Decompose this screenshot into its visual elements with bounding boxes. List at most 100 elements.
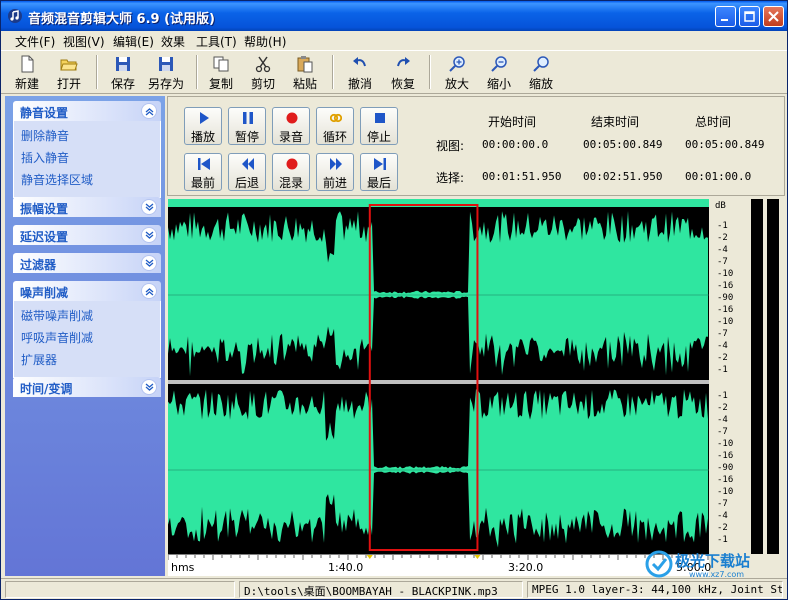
panel-noise-body: 磁带噪声削减 呼吸声音削减 扩展器 bbox=[13, 301, 161, 378]
stop-icon bbox=[375, 113, 385, 123]
expand-icon[interactable] bbox=[141, 255, 157, 271]
maximize-button[interactable] bbox=[739, 6, 760, 27]
first-button[interactable]: 最前 bbox=[184, 153, 222, 191]
cut-button[interactable]: 剪切 bbox=[247, 53, 279, 93]
expand-icon[interactable] bbox=[141, 199, 157, 215]
collapse-icon[interactable] bbox=[141, 283, 157, 299]
panel-time: 时间/变调 bbox=[13, 377, 161, 397]
title-bar[interactable]: 音频混音剪辑大师 6.9 (试用版) bbox=[1, 1, 787, 31]
panel-filter-title: 过滤器 bbox=[20, 258, 57, 272]
menu-edit[interactable]: 编辑(E) bbox=[113, 33, 154, 50]
toolbar: 新建 打开 保存 另存为 复制 剪切 粘贴 撤消 恢复 放大 缩小 缩放 bbox=[1, 50, 787, 94]
fast-forward-icon bbox=[330, 158, 342, 170]
file-path-text: D:\tools\桌面\BOOMBAYAH - BLACKPINK.mp3 bbox=[244, 585, 498, 598]
toolbar-separator bbox=[196, 55, 198, 89]
expand-icon[interactable] bbox=[141, 379, 157, 395]
menu-tools[interactable]: 工具(T) bbox=[196, 33, 237, 50]
menu-effects[interactable]: 效果 bbox=[161, 33, 185, 50]
mix-record-button[interactable]: 混录 bbox=[272, 153, 310, 191]
status-file-path: D:\tools\桌面\BOOMBAYAH - BLACKPINK.mp3 bbox=[239, 581, 523, 598]
zoom-out-button[interactable]: 缩小 bbox=[483, 53, 515, 93]
link-tape-noise[interactable]: 磁带噪声削减 bbox=[14, 305, 160, 327]
menu-file[interactable]: 文件(F) bbox=[15, 33, 55, 50]
panel-silence-title: 静音设置 bbox=[20, 106, 69, 120]
save-as-label: 另存为 bbox=[147, 77, 184, 91]
waveform-canvas[interactable] bbox=[168, 199, 709, 554]
expand-icon[interactable] bbox=[141, 227, 157, 243]
minimize-button[interactable] bbox=[715, 6, 736, 27]
db-tick: -1 bbox=[717, 365, 728, 375]
record-button[interactable]: 录音 bbox=[272, 107, 310, 145]
link-expander[interactable]: 扩展器 bbox=[14, 349, 160, 371]
menu-help[interactable]: 帮助(H) bbox=[244, 33, 286, 50]
db-tick: -16 bbox=[717, 475, 734, 485]
new-button[interactable]: 新建 bbox=[11, 53, 43, 93]
select-total-value: 00:01:00.0 bbox=[685, 170, 752, 183]
play-icon bbox=[200, 112, 209, 124]
panel-delay-header[interactable]: 延迟设置 bbox=[13, 225, 161, 245]
format-text: MPEG 1.0 layer-3: 44,100 kHz, Joint Ster… bbox=[532, 583, 783, 596]
zoom-in-icon bbox=[449, 56, 465, 72]
panel-silence-header[interactable]: 静音设置 bbox=[13, 101, 161, 121]
record-icon bbox=[286, 112, 298, 124]
link-breath-noise[interactable]: 呼吸声音削减 bbox=[14, 327, 160, 349]
link-delete-silence[interactable]: 删除静音 bbox=[14, 125, 160, 147]
waveform-view[interactable] bbox=[168, 199, 709, 554]
stop-button[interactable]: 停止 bbox=[360, 107, 398, 145]
redo-button[interactable]: 恢复 bbox=[387, 53, 419, 93]
back-label: 后退 bbox=[234, 176, 259, 190]
zoom-fit-label: 缩放 bbox=[528, 77, 553, 91]
loop-button[interactable]: 循环 bbox=[316, 107, 354, 145]
open-button[interactable]: 打开 bbox=[53, 53, 85, 93]
mix-record-label: 混录 bbox=[278, 176, 303, 190]
copy-button[interactable]: 复制 bbox=[205, 53, 237, 93]
channel-divider bbox=[168, 380, 709, 384]
menu-view[interactable]: 视图(V) bbox=[63, 33, 105, 50]
menu-bar: 文件(F) 视图(V) 编辑(E) 效果 工具(T) 帮助(H) bbox=[1, 31, 787, 50]
open-folder-icon bbox=[60, 59, 78, 71]
selection-marker[interactable] bbox=[474, 555, 481, 559]
db-tick: -4 bbox=[717, 245, 728, 255]
collapse-icon[interactable] bbox=[141, 103, 157, 119]
selection-region[interactable] bbox=[368, 204, 479, 551]
zoom-in-button[interactable]: 放大 bbox=[441, 53, 473, 93]
waveform-channel bbox=[168, 211, 708, 377]
save-as-button[interactable]: 另存为 bbox=[145, 53, 187, 93]
toolbar-separator bbox=[332, 55, 334, 89]
selection-marker[interactable] bbox=[366, 555, 373, 559]
panel-time-header[interactable]: 时间/变调 bbox=[13, 377, 161, 397]
copy-icon bbox=[213, 56, 229, 72]
undo-button[interactable]: 撤消 bbox=[344, 53, 376, 93]
pause-icon bbox=[243, 112, 253, 124]
record-label: 录音 bbox=[278, 130, 303, 144]
save-button[interactable]: 保存 bbox=[107, 53, 139, 93]
loop-label: 循环 bbox=[322, 130, 347, 144]
db-tick: -1 bbox=[717, 221, 728, 231]
panel-filter-header[interactable]: 过滤器 bbox=[13, 253, 161, 273]
ruler-label: 3:20.0 bbox=[508, 561, 544, 574]
watermark-icon: 极光下载站 www.xz7.com bbox=[645, 550, 750, 579]
close-button[interactable] bbox=[763, 6, 784, 27]
pause-label: 暂停 bbox=[234, 130, 259, 144]
forward-button[interactable]: 前进 bbox=[316, 153, 354, 191]
level-meter-left bbox=[751, 199, 763, 554]
pause-button[interactable]: 暂停 bbox=[228, 107, 266, 145]
level-meter-right bbox=[767, 199, 779, 554]
zoom-fit-button[interactable]: 缩放 bbox=[525, 53, 557, 93]
panel-amplitude-header[interactable]: 振幅设置 bbox=[13, 197, 161, 217]
zoom-fit-icon bbox=[533, 56, 549, 72]
save-icon bbox=[116, 57, 130, 71]
link-silence-selection[interactable]: 静音选择区域 bbox=[14, 169, 160, 191]
save-as-icon bbox=[159, 57, 173, 71]
watermark-url: www.xz7.com bbox=[689, 570, 744, 579]
select-end-value: 00:02:51.950 bbox=[583, 170, 663, 183]
link-insert-silence[interactable]: 插入静音 bbox=[14, 147, 160, 169]
panel-noise-header[interactable]: 噪声削减 bbox=[13, 281, 161, 301]
back-button[interactable]: 后退 bbox=[228, 153, 266, 191]
time-ruler[interactable]: hms 1:40.0 3:20.0 5:00.0 bbox=[168, 554, 711, 576]
waveform-channel bbox=[168, 389, 708, 548]
ruler-unit: hms bbox=[171, 561, 195, 574]
paste-button[interactable]: 粘贴 bbox=[289, 53, 321, 93]
last-button[interactable]: 最后 bbox=[360, 153, 398, 191]
play-button[interactable]: 播放 bbox=[184, 107, 222, 145]
